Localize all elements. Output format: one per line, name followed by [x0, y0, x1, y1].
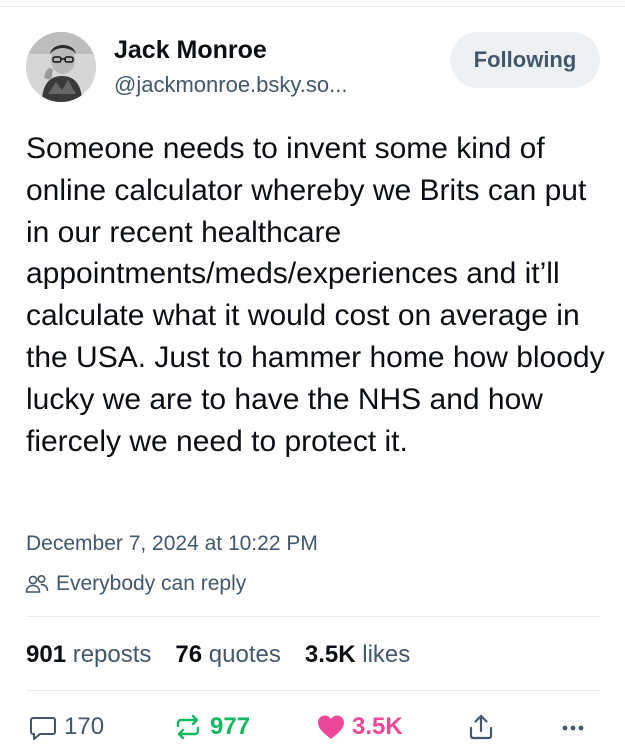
like-button[interactable]: 3.5K — [316, 707, 403, 747]
likes-count: 3.5K — [304, 641, 356, 668]
reposts-count: 901 — [26, 641, 67, 668]
quotes-count: 76 — [175, 641, 203, 668]
likes-label: likes — [362, 641, 411, 668]
more-options-button[interactable] — [558, 707, 588, 747]
reply-count: 170 — [64, 713, 105, 740]
repost-arrows-icon — [172, 712, 204, 742]
repost-button[interactable]: 977 — [172, 707, 250, 747]
speech-bubble-icon — [28, 712, 58, 742]
heart-icon — [316, 713, 346, 741]
quotes-stat[interactable]: 76 quotes — [175, 641, 280, 669]
reply-button[interactable]: 170 — [28, 707, 104, 747]
reply-setting-label: Everybody can reply — [56, 572, 247, 595]
people-icon — [24, 572, 50, 596]
author-handle[interactable]: @jackmonroe.bsky.so... — [114, 70, 347, 100]
post-header: Jack Monroe @jackmonroe.bsky.so... Follo… — [26, 32, 600, 108]
post-actions: 170 977 3.5K — [26, 707, 600, 747]
following-button[interactable]: Following — [450, 32, 600, 88]
author-info[interactable]: Jack Monroe @jackmonroe.bsky.so... — [114, 34, 347, 100]
quotes-label: quotes — [208, 641, 281, 668]
share-button[interactable] — [466, 707, 496, 747]
post-timestamp[interactable]: December 7, 2024 at 10:22 PM — [26, 530, 318, 558]
engagement-stats: 901 reposts 76 quotes 3.5K likes — [26, 640, 434, 670]
repost-count: 977 — [210, 713, 251, 740]
avatar-image — [26, 32, 96, 102]
top-divider — [0, 6, 625, 7]
post-text: Someone needs to invent some kind of onl… — [26, 132, 605, 458]
reposts-label: reposts — [72, 641, 152, 668]
reply-setting: Everybody can reply — [24, 570, 246, 598]
stats-bottom-divider — [26, 690, 600, 691]
ellipsis-icon — [558, 712, 588, 742]
likes-stat[interactable]: 3.5K likes — [305, 641, 410, 669]
like-count: 3.5K — [352, 713, 403, 740]
display-name[interactable]: Jack Monroe — [114, 34, 347, 66]
stats-top-divider — [26, 616, 600, 617]
reposts-stat[interactable]: 901 reposts — [26, 641, 151, 669]
share-icon — [466, 712, 496, 742]
avatar[interactable] — [26, 32, 96, 102]
